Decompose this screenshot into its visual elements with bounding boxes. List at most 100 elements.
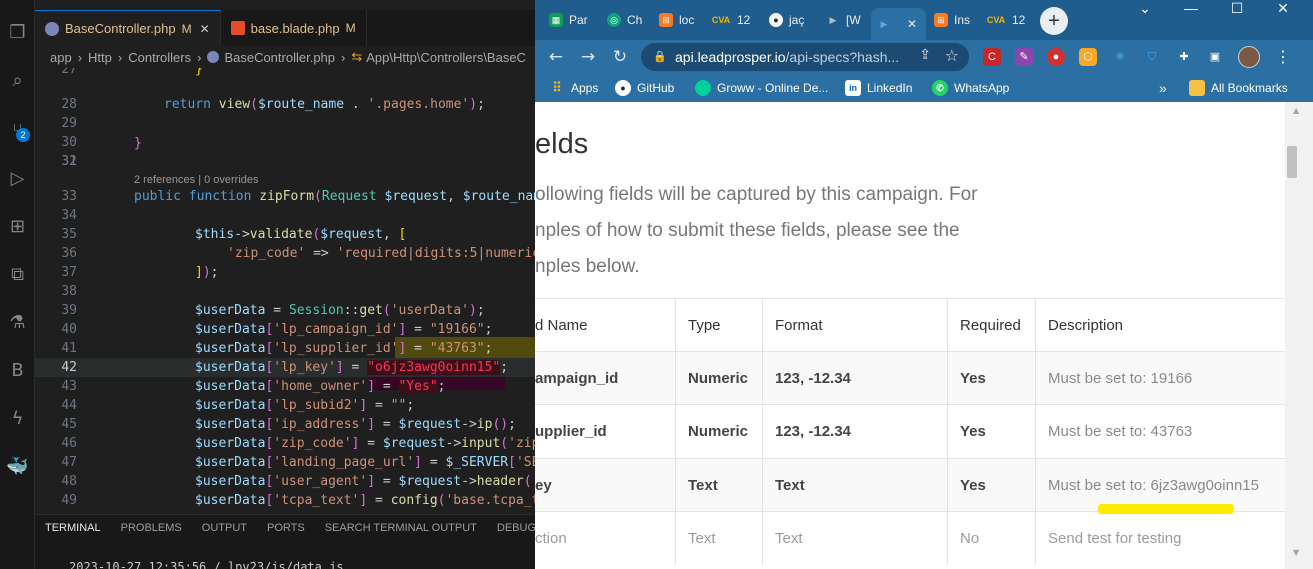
folder-icon — [1189, 80, 1205, 96]
code-line: 47 $userData['landing_page_url'] = $_SERV… — [61, 455, 535, 470]
testing-icon[interactable]: ⚗ — [0, 304, 35, 340]
sheets-icon: ▦ — [549, 13, 563, 27]
remote-explorer-icon[interactable]: ⧉ — [0, 256, 35, 292]
maximize-button[interactable]: ☐ — [1214, 0, 1260, 18]
bookmarks-bar: ⠿ Apps ● GitHub Groww - Online De... in Lin… — [535, 74, 1313, 102]
breadcrumb-item[interactable]: app — [50, 50, 72, 65]
tab-problems[interactable]: PROBLEMS — [111, 515, 192, 540]
extension-c-icon[interactable]: C — [983, 48, 1001, 66]
extension-hex-icon[interactable]: ⬡ — [1079, 48, 1097, 66]
extensions-puzzle-icon[interactable]: ✚ — [1175, 48, 1193, 66]
panel-tabs: TERMINAL PROBLEMS OUTPUT PORTS SEARCH TE… — [35, 514, 535, 540]
cell-format: Text — [762, 459, 947, 512]
tab-base-blade[interactable]: base.blade.php M — [221, 10, 367, 46]
page-scrollbar[interactable]: ▲ ▼ — [1285, 102, 1313, 569]
bookmark-apps[interactable]: ⠿ Apps — [549, 80, 598, 96]
cell-required: Yes — [947, 405, 1035, 458]
bookmark-github[interactable]: ● GitHub — [615, 80, 674, 96]
github-icon: ● — [769, 13, 783, 27]
col-header-required: Required — [947, 299, 1035, 352]
bookmark-whatsapp[interactable]: ✆ WhatsApp — [932, 80, 1009, 96]
code-line: 35 $this->validate($request, [ — [61, 227, 407, 242]
back-button[interactable]: ← — [545, 46, 567, 68]
source-control-icon[interactable]: ⑂2 — [0, 112, 35, 148]
code-line-current: 42 $userData['lp_key'] = "o6jz3awg0oinn15… — [35, 358, 535, 377]
reload-button[interactable]: ↻ — [609, 46, 631, 68]
tab-output[interactable]: OUTPUT — [192, 515, 257, 540]
extensions-icon[interactable]: ⊞ — [0, 208, 35, 244]
php-file-icon — [207, 51, 220, 63]
lightning-icon[interactable]: ϟ — [0, 400, 35, 436]
tab-search-terminal-output[interactable]: SEARCH TERMINAL OUTPUT — [315, 515, 487, 540]
yellow-underline-annotation — [1098, 504, 1234, 514]
extension-stop-icon[interactable]: ● — [1047, 48, 1065, 66]
docker-icon[interactable]: 🐳 — [0, 448, 35, 484]
cell-required: No — [947, 512, 1035, 565]
profile-avatar[interactable] — [1238, 46, 1260, 68]
browser-tab[interactable]: CVA 12 — [705, 8, 760, 32]
side-panel-icon[interactable]: ▣ — [1206, 48, 1224, 66]
code-line: 34 — [61, 208, 77, 223]
table-row: ction Text Text No Send test for testing — [535, 511, 1285, 565]
source-control-badge: 2 — [16, 128, 30, 142]
share-icon[interactable]: ⇪ — [919, 47, 931, 63]
new-tab-button[interactable]: + — [1040, 7, 1068, 35]
cell-required: Yes — [947, 459, 1035, 512]
browser-toolbar: ← → ↻ 🔒 api.leadprosper.io/api-specs?has… — [535, 40, 1313, 74]
intro-text: nples below. — [535, 256, 640, 277]
tab-debug-console[interactable]: DEBUG C — [487, 515, 535, 540]
extension-shield-icon[interactable]: ⛉ — [1143, 48, 1161, 66]
browser-tab[interactable]: ▶ [W — [820, 8, 870, 32]
browser-tab-active[interactable]: ▶ ✕ — [871, 8, 926, 40]
tab-basecontroller[interactable]: BaseController.php M ✕ — [35, 10, 221, 46]
code-line: 33 public function zipForm(Request $reque… — [61, 189, 535, 204]
all-bookmarks-button[interactable]: All Bookmarks — [1189, 80, 1288, 96]
breadcrumb-item[interactable]: Controllers — [128, 50, 191, 65]
tab-search-chevron-icon[interactable]: ⌄ — [1122, 0, 1168, 18]
b-extension-icon[interactable]: B — [0, 352, 35, 388]
tab-terminal[interactable]: TERMINAL — [35, 515, 111, 540]
cell-description: Must be set to: 43763 — [1035, 405, 1285, 458]
browser-menu-icon[interactable]: ⋮ — [1275, 46, 1291, 68]
bookmark-star-icon[interactable]: ☆ — [945, 46, 959, 65]
code-line: 49 $userData['tcpa_text'] = config('base.… — [61, 493, 535, 508]
browser-tab[interactable]: ● jaç — [763, 8, 818, 32]
address-bar[interactable]: 🔒 api.leadprosper.io/api-specs?hash... ⇪… — [641, 43, 969, 71]
code-line: 27} — [61, 68, 203, 77]
browser-tab[interactable]: ◎ Ch — [601, 8, 651, 32]
whatsapp-icon: ✆ — [932, 80, 948, 96]
cell-required: Yes — [947, 352, 1035, 405]
close-window-button[interactable]: ✕ — [1260, 0, 1306, 18]
scrollbar-thumb[interactable] — [1287, 146, 1297, 178]
browser-tab[interactable]: ▦ Par — [543, 8, 598, 32]
more-bookmarks-button[interactable]: » — [1159, 80, 1167, 96]
scroll-down-icon[interactable]: ▼ — [1293, 548, 1299, 557]
bookmark-groww[interactable]: Groww - Online De... — [695, 80, 828, 96]
run-debug-icon[interactable]: ▷ — [0, 160, 35, 196]
minimize-button[interactable]: — — [1168, 0, 1214, 18]
react-devtools-icon[interactable]: ⚛ — [1111, 48, 1129, 66]
col-header-name: d Name — [535, 317, 588, 334]
browser-tab[interactable]: ⊞ Ins — [928, 8, 978, 32]
extension-feather-icon[interactable]: ✎ — [1015, 48, 1033, 66]
browser-tab[interactable]: ⊞ loc — [653, 8, 703, 32]
forward-button[interactable]: → — [577, 46, 599, 68]
code-editor[interactable]: 27} 28 return view($route_name . '.pages.… — [35, 68, 535, 514]
close-tab-icon[interactable]: ✕ — [200, 22, 210, 36]
scroll-up-icon[interactable]: ▲ — [1293, 106, 1299, 115]
close-tab-icon[interactable]: ✕ — [907, 17, 917, 31]
explorer-icon[interactable]: ❐ — [0, 14, 35, 50]
code-line: 29 — [61, 116, 77, 131]
breadcrumb-item[interactable]: Http — [88, 50, 112, 65]
terminal-panel[interactable]: 2023-10-27 12:35:56 / lpv23/js/data.js — [35, 540, 535, 569]
breadcrumb-item[interactable]: BaseController.php — [224, 50, 335, 65]
search-icon[interactable]: ⌕ — [0, 62, 35, 98]
tab-label: base.blade.php — [250, 20, 340, 36]
breadcrumb-item[interactable]: App\Http\Controllers\BaseC — [366, 50, 526, 65]
lock-icon[interactable]: 🔒 — [651, 48, 669, 66]
browser-tab[interactable]: CVA 12 — [980, 8, 1035, 32]
namespace-icon: ⇆ — [351, 49, 363, 64]
tab-ports[interactable]: PORTS — [257, 515, 315, 540]
code-line: 43 $userData['home_owner'] = "Yes"; — [61, 379, 446, 394]
bookmark-linkedin[interactable]: in LinkedIn — [845, 80, 912, 96]
